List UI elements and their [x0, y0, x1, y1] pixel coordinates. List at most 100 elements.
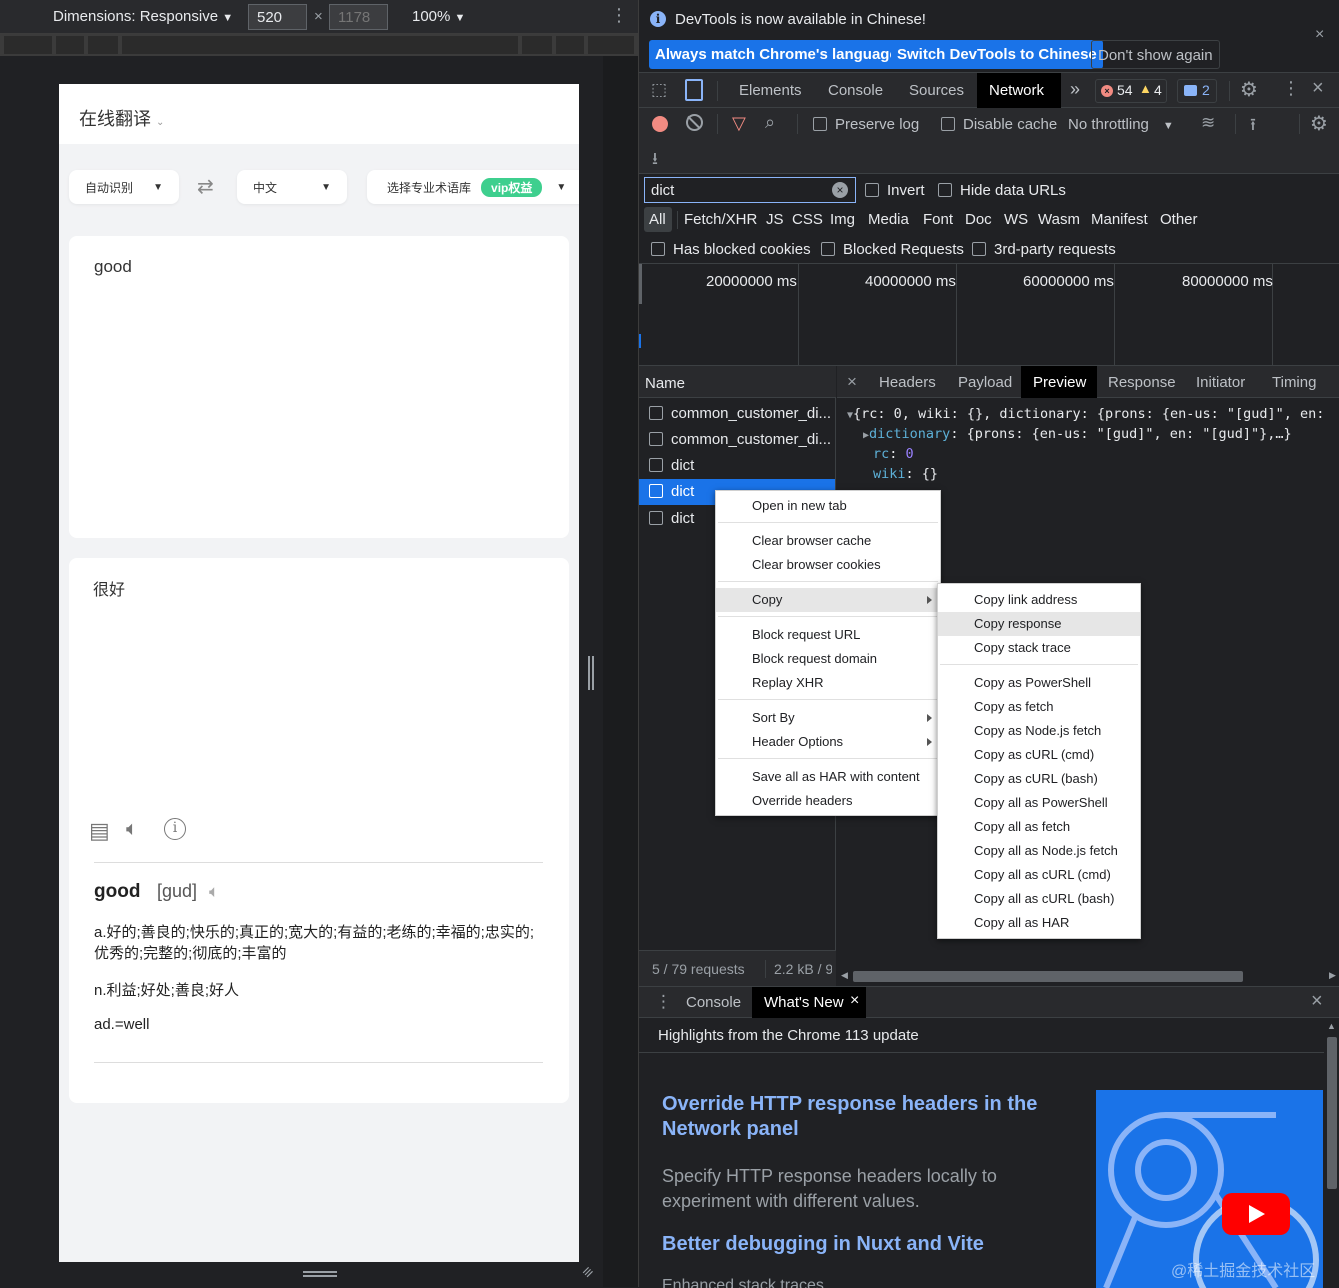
tab-payload[interactable]: Payload — [958, 374, 1012, 391]
menu-item-block-url[interactable]: Block request URL — [716, 623, 940, 647]
horizontal-scrollbar[interactable]: ◀ ▶ — [837, 966, 1339, 986]
filter-type-all[interactable]: All — [649, 211, 666, 228]
filter-type-img[interactable]: Img — [830, 211, 855, 228]
filter-type-wasm[interactable]: Wasm — [1038, 211, 1080, 228]
filter-type-ws[interactable]: WS — [1004, 211, 1028, 228]
tab-console[interactable]: Console — [828, 82, 883, 99]
blocked-requests-checkbox[interactable]: Blocked Requests — [821, 241, 964, 258]
menu-item-copy[interactable]: Copy — [716, 588, 940, 612]
switch-language-button[interactable]: Switch DevTools to Chinese — [891, 40, 1103, 69]
menu-item-clear-cache[interactable]: Clear browser cache — [716, 529, 940, 553]
menu-item-copy-response[interactable]: Copy response — [938, 612, 1140, 636]
disable-cache-checkbox[interactable]: Disable cache — [941, 116, 1057, 133]
dont-show-again-button[interactable]: Don't show again — [1091, 40, 1220, 69]
dimensions-dropdown[interactable]: Dimensions: Responsive ▼ — [53, 8, 233, 25]
menu-item-copy-as-nodejs-fetch[interactable]: Copy as Node.js fetch — [938, 719, 1140, 743]
more-options-icon[interactable]: ⋮ — [610, 5, 628, 26]
record-icon[interactable] — [652, 116, 668, 132]
has-blocked-cookies-checkbox[interactable]: Has blocked cookies — [651, 241, 811, 258]
clear-icon[interactable] — [686, 114, 703, 131]
drawer-tab-console[interactable]: Console — [686, 994, 741, 1011]
pronunciation-speaker-icon[interactable]: 🔈︎ — [209, 882, 219, 902]
menu-item-override-headers[interactable]: Override headers — [716, 789, 940, 813]
source-text-card[interactable]: good — [69, 236, 569, 538]
resize-handle-bottom[interactable] — [303, 1271, 337, 1277]
filter-icon[interactable]: ▽ — [732, 113, 746, 134]
export-har-icon[interactable]: ⭳ — [652, 146, 658, 175]
request-row[interactable]: common_customer_di... — [639, 427, 835, 453]
tab-elements[interactable]: Elements — [739, 82, 802, 99]
close-drawer-icon[interactable]: × — [1311, 990, 1323, 1013]
drawer-scrollbar[interactable]: ▲ — [1324, 1019, 1339, 1288]
close-icon[interactable]: × — [1315, 26, 1324, 44]
inspect-element-icon[interactable]: ⬚ — [651, 80, 667, 100]
menu-item-clear-cookies[interactable]: Clear browser cookies — [716, 553, 940, 577]
swap-languages-icon[interactable]: ⇄ — [197, 174, 214, 199]
menu-item-copy-all-as-curl-bash[interactable]: Copy all as cURL (bash) — [938, 887, 1140, 911]
source-language-select[interactable]: 自动识别 ▼ — [69, 170, 179, 204]
media-query-ruler[interactable] — [0, 34, 638, 56]
menu-item-copy-as-curl-cmd[interactable]: Copy as cURL (cmd) — [938, 743, 1140, 767]
search-icon[interactable]: ⌕ — [765, 112, 775, 133]
filter-type-doc[interactable]: Doc — [965, 211, 992, 228]
request-row[interactable]: common_customer_di... — [639, 401, 835, 427]
clear-filter-icon[interactable]: × — [832, 182, 848, 198]
import-har-icon[interactable]: ⭱ — [1250, 112, 1256, 141]
device-toolbar-toggle-icon[interactable] — [685, 79, 703, 101]
more-tabs-icon[interactable]: » — [1070, 79, 1080, 100]
menu-item-copy-all-as-curl-cmd[interactable]: Copy all as cURL (cmd) — [938, 863, 1140, 887]
article-link-nuxt-vite[interactable]: Better debugging in Nuxt and Vite — [662, 1233, 1062, 1256]
info-icon[interactable]: i — [164, 818, 186, 840]
menu-item-header-options[interactable]: Header Options — [716, 730, 940, 754]
messages-counter[interactable]: 2 — [1177, 79, 1217, 103]
tab-sources[interactable]: Sources — [909, 82, 964, 99]
filter-type-other[interactable]: Other — [1160, 211, 1198, 228]
menu-item-replay-xhr[interactable]: Replay XHR — [716, 671, 940, 695]
menu-item-open-new-tab[interactable]: Open in new tab — [716, 494, 940, 518]
preview-root-line[interactable]: ▼{rc: 0, wiki: {}, dictionary: {prons: {… — [847, 406, 1324, 422]
copy-document-icon[interactable]: ▤ — [89, 818, 110, 844]
close-detail-icon[interactable]: × — [847, 372, 857, 392]
menu-item-copy-all-as-powershell[interactable]: Copy all as PowerShell — [938, 791, 1140, 815]
menu-item-copy-all-as-fetch[interactable]: Copy all as fetch — [938, 815, 1140, 839]
filter-input[interactable] — [644, 177, 856, 203]
menu-item-copy-all-as-nodejs-fetch[interactable]: Copy all as Node.js fetch — [938, 839, 1140, 863]
invert-checkbox[interactable]: Invert — [865, 182, 925, 199]
menu-item-copy-link-address[interactable]: Copy link address — [938, 588, 1140, 612]
device-width-input[interactable] — [248, 4, 307, 30]
menu-item-copy-as-powershell[interactable]: Copy as PowerShell — [938, 671, 1140, 695]
settings-gear-icon[interactable]: ⚙ — [1240, 77, 1258, 102]
throttling-select[interactable]: No throttling ▼ — [1068, 116, 1174, 133]
preserve-log-checkbox[interactable]: Preserve log — [813, 116, 919, 133]
glossary-select[interactable]: 选择专业术语库 vip权益 ▼ — [367, 170, 579, 204]
network-settings-gear-icon[interactable]: ⚙ — [1310, 111, 1328, 136]
network-conditions-icon[interactable]: ≋ — [1201, 113, 1215, 133]
page-title[interactable]: 在线翻译 ⌄ — [79, 105, 164, 131]
source-text[interactable]: good — [94, 257, 132, 277]
close-tab-icon[interactable]: × — [850, 992, 859, 1010]
filter-type-manifest[interactable]: Manifest — [1091, 211, 1148, 228]
menu-item-save-har[interactable]: Save all as HAR with content — [716, 765, 940, 789]
timeline-overview[interactable]: 20000000 ms 40000000 ms 60000000 ms 8000… — [639, 264, 1339, 366]
hide-data-urls-checkbox[interactable]: Hide data URLs — [938, 182, 1066, 199]
menu-item-copy-all-as-har[interactable]: Copy all as HAR — [938, 911, 1140, 935]
zoom-dropdown[interactable]: 100% ▼ — [412, 8, 465, 25]
request-row[interactable]: dict — [639, 453, 835, 479]
menu-item-block-domain[interactable]: Block request domain — [716, 647, 940, 671]
preview-dictionary-line[interactable]: ▶dictionary: {prons: {en-us: "[gud]", en… — [863, 426, 1292, 442]
tab-headers[interactable]: Headers — [879, 374, 936, 391]
resize-corner-icon[interactable]: ≡ — [579, 1263, 598, 1282]
speaker-icon[interactable]: 🔈︎ — [126, 818, 138, 841]
filter-type-media[interactable]: Media — [868, 211, 909, 228]
menu-item-copy-as-fetch[interactable]: Copy as fetch — [938, 695, 1140, 719]
menu-item-copy-stack-trace[interactable]: Copy stack trace — [938, 636, 1140, 660]
drawer-menu-icon[interactable]: ⋮ — [655, 992, 672, 1012]
tab-response[interactable]: Response — [1108, 374, 1176, 391]
customize-menu-icon[interactable]: ⋮ — [1282, 78, 1300, 99]
tab-preview[interactable]: Preview — [1033, 374, 1086, 391]
name-column-header[interactable]: Name — [645, 375, 685, 392]
close-devtools-icon[interactable]: × — [1312, 77, 1324, 100]
menu-item-sort-by[interactable]: Sort By — [716, 706, 940, 730]
issues-counter[interactable]: × 54 ▲ 4 — [1095, 79, 1167, 103]
filter-type-font[interactable]: Font — [923, 211, 953, 228]
